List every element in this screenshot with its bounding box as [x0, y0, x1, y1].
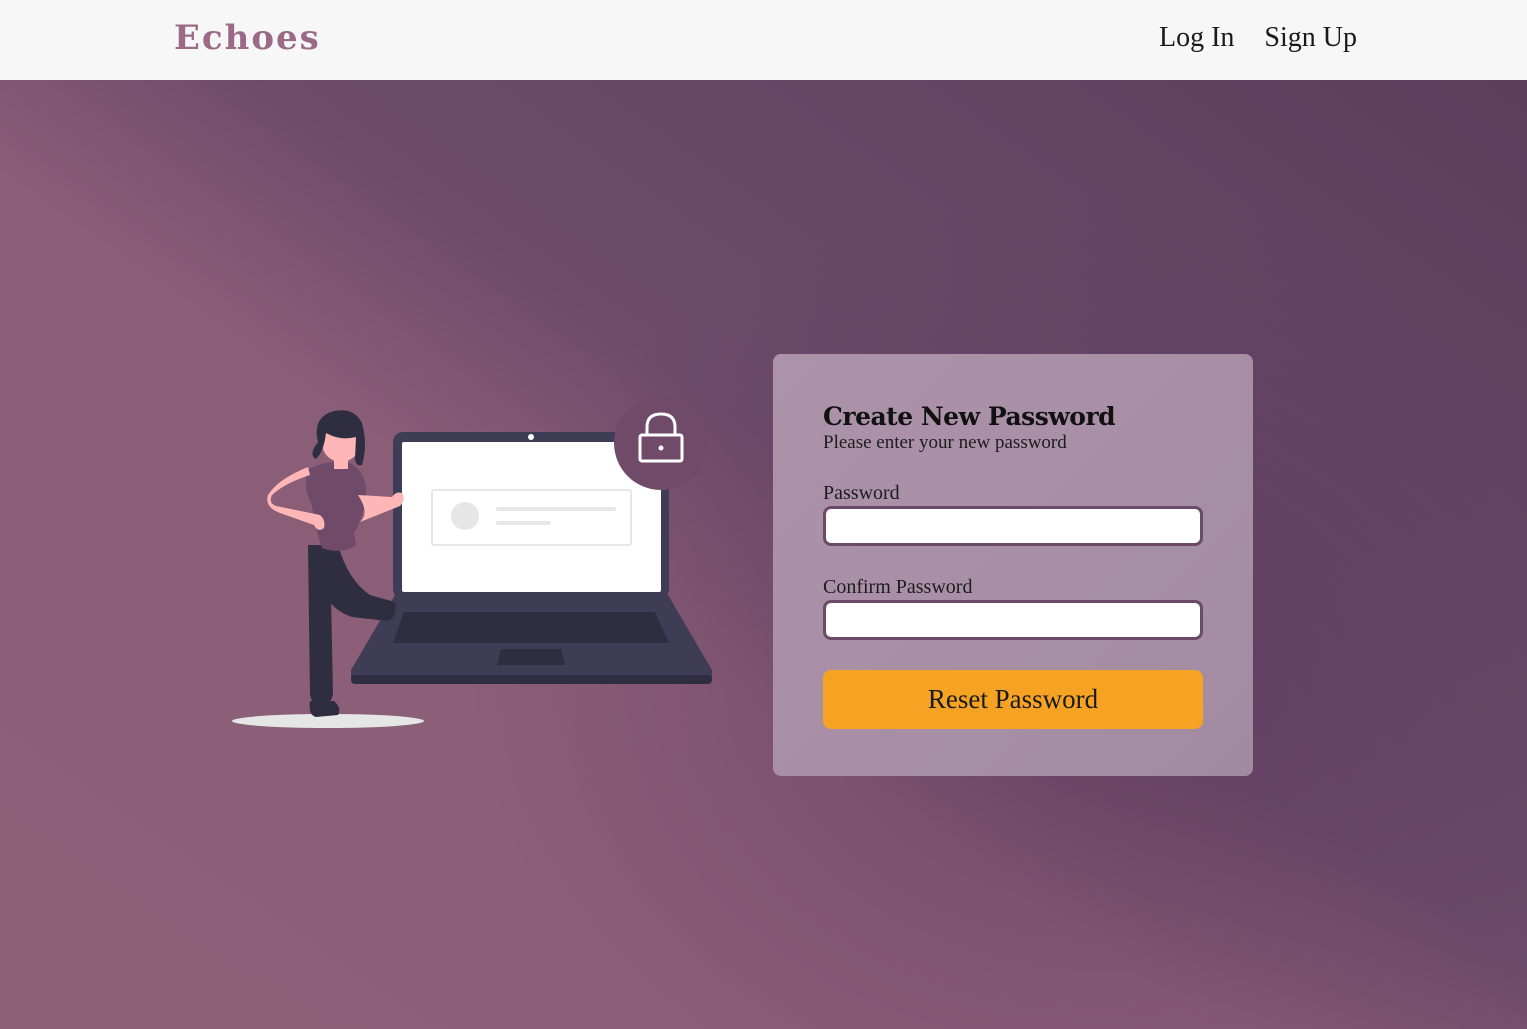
floor-shadow	[232, 714, 424, 728]
reset-password-card: Create New Password Please enter your ne…	[773, 354, 1253, 776]
laptop-camera	[528, 434, 534, 440]
login-link[interactable]: Log In	[1159, 22, 1234, 54]
laptop-trackpad	[497, 649, 565, 665]
password-input[interactable]	[823, 506, 1203, 546]
navbar: Echoes Log In Sign Up	[0, 0, 1527, 80]
laptop-security-illustration	[232, 396, 712, 728]
nav-links: Log In Sign Up	[1159, 22, 1357, 54]
laptop-keyboard	[393, 612, 669, 643]
signup-link[interactable]: Sign Up	[1264, 22, 1357, 54]
password-label: Password	[823, 482, 900, 504]
screen-line-long	[496, 507, 616, 511]
confirm-password-label: Confirm Password	[823, 576, 973, 598]
screen-line-short	[496, 521, 551, 525]
reset-password-button[interactable]: Reset Password	[823, 670, 1203, 729]
confirm-password-input[interactable]	[823, 600, 1203, 640]
laptop-base-edge	[351, 675, 712, 684]
screen-avatar	[451, 502, 479, 530]
card-subtitle: Please enter your new password	[823, 432, 1067, 453]
lock-badge	[614, 396, 708, 490]
card-title: Create New Password	[823, 402, 1116, 431]
brand-logo[interactable]: Echoes	[174, 18, 321, 58]
